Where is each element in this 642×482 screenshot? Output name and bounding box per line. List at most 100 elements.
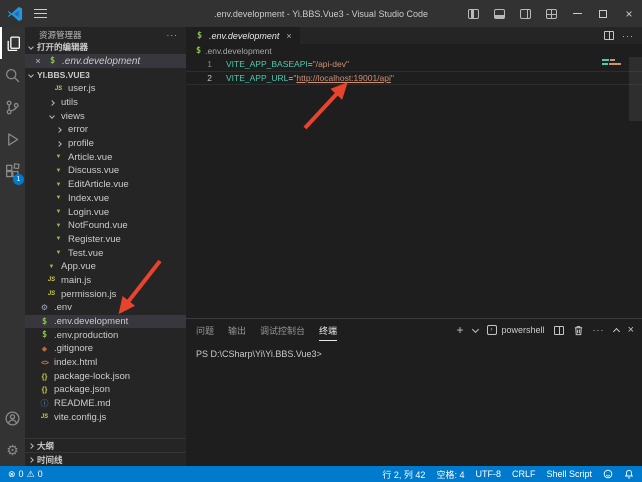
explorer-icon[interactable] (0, 27, 25, 59)
feedback-icon[interactable] (603, 469, 613, 479)
language-mode[interactable]: Shell Script (546, 469, 592, 479)
terminal[interactable]: PS D:\CSharp\Yi\Yi.BBS.Vue3> (186, 341, 642, 466)
tree-item-package-json[interactable]: {}package.json (25, 383, 186, 397)
close-panel-icon[interactable]: × (628, 324, 634, 336)
tree-item-main-js[interactable]: JSmain.js (25, 274, 186, 288)
project-root-label: YI.BBS.VUE3 (37, 70, 90, 80)
toggle-secondary-sidebar-icon[interactable] (512, 0, 538, 27)
tree-item-utils[interactable]: utils (25, 96, 186, 110)
kill-terminal-icon[interactable] (573, 325, 584, 336)
tree-item-vite-config-js[interactable]: JS vite.config.js (25, 411, 186, 425)
chevron-down-icon (28, 44, 34, 50)
source-control-icon[interactable] (0, 91, 25, 123)
tab-terminal[interactable]: 终端 (319, 320, 337, 341)
vue-icon: ▼ (56, 236, 62, 242)
powershell-terminal-icon[interactable]: › (487, 325, 497, 335)
chevron-right-icon (49, 100, 55, 106)
tree-item--gitignore[interactable]: ◆.gitignore (25, 342, 186, 356)
tab-output[interactable]: 输出 (228, 320, 246, 340)
shell-label[interactable]: powershell (502, 325, 545, 335)
timeline-section[interactable]: 时间线 (25, 452, 186, 466)
warning-count[interactable]: 0 (38, 469, 43, 479)
code-editor[interactable]: 1 VITE_APP_BASEAPI="/api-dev" 2 VITE_APP… (186, 57, 642, 318)
open-editors-section[interactable]: 打开的编辑器 (25, 40, 186, 54)
run-and-debug-icon[interactable] (0, 123, 25, 155)
tree-item--env-production[interactable]: $.env.production (25, 328, 186, 342)
tree-item-login-vue[interactable]: ▼Login.vue (25, 205, 186, 219)
notifications-bell-icon[interactable] (624, 469, 634, 479)
chevron-right-icon (56, 127, 62, 133)
toggle-panel-icon[interactable] (486, 0, 512, 27)
close-icon[interactable]: × (33, 56, 43, 66)
extensions-icon[interactable]: 1 (0, 155, 25, 187)
tab-problems[interactable]: 问题 (196, 320, 214, 340)
close-icon[interactable]: × (616, 0, 642, 27)
toggle-primary-sidebar-icon[interactable] (460, 0, 486, 27)
tab-env-development[interactable]: $ .env.development × (186, 27, 300, 44)
breadcrumb[interactable]: $ .env.development (186, 44, 642, 57)
tree-item-label: Register.vue (68, 234, 121, 245)
tree-item-label: profile (68, 138, 94, 149)
open-editor-item-env-development[interactable]: × $ .env.development (25, 54, 186, 68)
error-count[interactable]: 0 (19, 469, 24, 479)
search-icon[interactable] (0, 59, 25, 91)
code-line-1: 1 VITE_APP_BASEAPI="/api-dev" (186, 57, 642, 71)
minimize-icon[interactable] (564, 0, 590, 27)
indentation[interactable]: 空格: 4 (436, 468, 464, 481)
menu-icon[interactable] (34, 9, 47, 18)
outline-section[interactable]: 大纲 (25, 438, 186, 452)
timeline-label: 时间线 (37, 454, 63, 466)
tree-item--env[interactable]: ⚙.env (25, 301, 186, 315)
breadcrumb-item: .env.development (205, 46, 271, 56)
terminal-dropdown-icon[interactable] (471, 325, 478, 332)
close-icon[interactable]: × (286, 31, 291, 41)
tree-item-label: vite.config.js (54, 412, 106, 423)
split-editor-icon[interactable] (604, 31, 614, 40)
split-terminal-icon[interactable] (554, 326, 564, 335)
tree-item-permission-js[interactable]: JSpermission.js (25, 287, 186, 301)
maximize-icon[interactable] (590, 0, 616, 27)
tree-item--env-development[interactable]: $.env.development (25, 315, 186, 329)
tree-item-index-html[interactable]: <>index.html (25, 356, 186, 370)
bottom-panel: 问题 输出 调试控制台 终端 + › powershell ··· × PS D… (186, 318, 642, 466)
tree-item-register-vue[interactable]: ▼ Register.vue (25, 233, 186, 247)
dotenv-icon: $ (50, 56, 55, 66)
tree-item-notfound-vue[interactable]: ▼NotFound.vue (25, 219, 186, 233)
tree-item-profile[interactable]: profile (25, 137, 186, 151)
editor-more-actions-icon[interactable]: ··· (622, 31, 634, 41)
customize-layout-icon[interactable] (538, 0, 564, 27)
project-root-section[interactable]: YI.BBS.VUE3 (25, 68, 186, 82)
tree-item-test-vue[interactable]: ▼Test.vue (25, 246, 186, 260)
account-icon[interactable] (0, 402, 25, 434)
new-terminal-icon[interactable]: + (457, 324, 464, 336)
editor-scrollbar[interactable] (629, 57, 642, 121)
tree-item-index-vue[interactable]: ▼Index.vue (25, 192, 186, 206)
tree-item-discuss-vue[interactable]: ▼Discuss.vue (25, 164, 186, 178)
tree-item-label: .env.production (54, 330, 118, 341)
chevron-right-icon (28, 443, 34, 449)
sidebar-title: 资源管理器 (39, 29, 82, 41)
tree-item-views[interactable]: views (25, 109, 186, 123)
json-icon: {} (42, 372, 48, 381)
explorer-more-actions-icon[interactable]: ··· (167, 30, 179, 40)
tab-debug-console[interactable]: 调试控制台 (260, 320, 305, 340)
settings-gear-icon[interactable]: ⚙ (0, 434, 25, 466)
tree-item-app-vue[interactable]: ▼App.vue (25, 260, 186, 274)
url-link[interactable]: http://localhost:19001/api (296, 73, 391, 83)
tree-item-article-vue[interactable]: ▼Article.vue (25, 150, 186, 164)
tree-item-package-lock-json[interactable]: {}package-lock.json (25, 369, 186, 383)
tree-item-user-js[interactable]: JSuser.js (25, 82, 186, 96)
env-key: VITE_APP_URL (226, 73, 288, 83)
cursor-position[interactable]: 行 2, 列 42 (382, 468, 425, 481)
tree-item-error[interactable]: error (25, 123, 186, 137)
minimap[interactable] (602, 59, 626, 67)
tree-item-readme-md[interactable]: ⓘREADME.md (25, 397, 186, 411)
eol-sequence[interactable]: CRLF (512, 469, 536, 479)
panel-more-actions-icon[interactable]: ··· (593, 325, 605, 335)
maximize-panel-icon[interactable] (613, 328, 620, 335)
js-icon: JS (41, 414, 48, 420)
encoding[interactable]: UTF-8 (475, 469, 501, 479)
vue-icon: ▼ (56, 209, 62, 215)
chevron-right-icon (56, 141, 62, 147)
tree-item-editarticle-vue[interactable]: ▼EditArticle.vue (25, 178, 186, 192)
